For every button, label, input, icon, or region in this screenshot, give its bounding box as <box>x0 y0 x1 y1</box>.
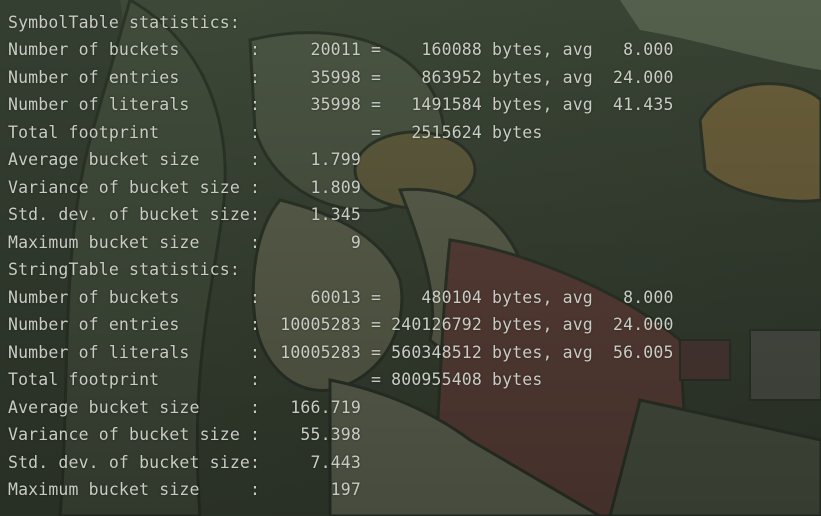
console-line: Maximum bucket size : 197 <box>8 480 361 499</box>
console-line: SymbolTable statistics: <box>8 12 240 32</box>
console-line: Total footprint : = 2515624 bytes <box>8 122 543 142</box>
console-line: Total footprint : = 800955408 bytes <box>8 370 543 389</box>
console-line: Variance of bucket size : 1.809 <box>8 177 361 197</box>
console-line: StringTable statistics: <box>8 260 240 279</box>
console-line: Number of literals : 10005283 = 56034851… <box>8 342 674 362</box>
console-line: Std. dev. of bucket size: 7.443 <box>8 452 361 472</box>
console-line: Number of buckets : 60013 = 480104 bytes… <box>8 287 674 307</box>
console-line: Average bucket size : 1.799 <box>8 150 361 169</box>
console-line: Average bucket size : 166.719 <box>8 397 361 417</box>
console-line: Number of buckets : 20011 = 160088 bytes… <box>8 40 674 59</box>
console-line: Maximum bucket size : 9 <box>8 232 361 252</box>
console-line: Number of literals : 35998 = 1491584 byt… <box>8 95 674 114</box>
console-line: Variance of bucket size : 55.398 <box>8 425 361 444</box>
console-line: Number of entries : 35998 = 863952 bytes… <box>8 67 674 87</box>
console-output: SymbolTable statistics: Number of buckets… <box>0 0 821 516</box>
console-line: Std. dev. of bucket size: 1.345 <box>8 205 361 224</box>
console-line: Number of entries : 10005283 = 240126792… <box>8 315 674 334</box>
